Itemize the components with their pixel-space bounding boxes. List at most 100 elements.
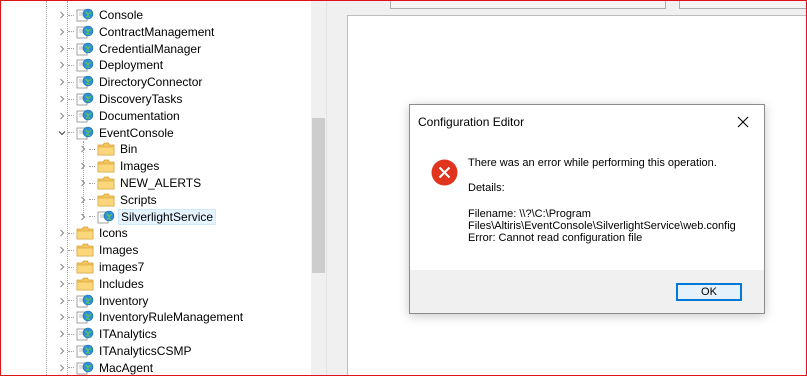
chevron-right-icon[interactable] — [77, 208, 89, 225]
tree-item-label: Scripts — [120, 192, 157, 207]
tree-connector — [68, 350, 74, 352]
globe-web-icon — [76, 293, 94, 309]
tree-item-label: Bin — [120, 142, 138, 157]
tree-item[interactable]: DiscoveryTasks — [56, 91, 184, 108]
globe-web-icon — [76, 41, 94, 57]
globe-web-icon — [76, 7, 94, 23]
tree-item-label: Icons — [99, 226, 128, 241]
chevron-right-icon[interactable] — [56, 91, 68, 108]
chevron-right-icon[interactable] — [56, 23, 68, 40]
tree-item[interactable]: SilverlightService — [77, 208, 217, 225]
globe-web-icon — [76, 57, 94, 73]
tree-connector — [68, 115, 74, 117]
screenshot-frame: Console ContractManagement CredentialManag… — [0, 0, 807, 376]
tree-item[interactable]: MacAgent — [56, 359, 155, 375]
chevron-right-icon[interactable] — [56, 225, 68, 242]
chevron-right-icon[interactable] — [77, 141, 89, 158]
tree-item[interactable]: Scripts — [77, 191, 159, 208]
top-field-left — [390, 1, 666, 9]
tree-item[interactable]: Images — [56, 242, 140, 259]
folder-icon — [97, 141, 115, 157]
chevron-right-icon[interactable] — [77, 158, 89, 175]
tree-item[interactable]: Icons — [56, 225, 130, 242]
globe-web-icon — [76, 309, 94, 325]
tree-item[interactable]: Images — [77, 158, 161, 175]
tree-item[interactable]: DirectoryConnector — [56, 74, 204, 91]
tree-item-label: ITAnalyticsCSMP — [99, 344, 192, 358]
tree-connector — [68, 249, 74, 251]
tree-item-label: ContractManagement — [99, 24, 215, 39]
chevron-right-icon[interactable] — [56, 359, 68, 375]
tree-item[interactable]: Bin — [77, 141, 139, 158]
tree-item-label: Deployment — [99, 58, 164, 73]
tree-item[interactable]: Console — [56, 7, 145, 24]
chevron-right-icon[interactable] — [56, 343, 68, 360]
tree-item-label: CredentialManager — [99, 41, 202, 56]
tree-connector — [68, 132, 74, 134]
tree-connector — [68, 31, 74, 33]
globe-web-icon — [76, 91, 94, 107]
chevron-right-icon[interactable] — [56, 40, 68, 57]
globe-web-icon — [76, 326, 94, 342]
chevron-right-icon[interactable] — [56, 107, 68, 124]
tree-connector — [68, 232, 74, 234]
folder-icon — [97, 192, 115, 208]
tree-item-label: DirectoryConnector — [99, 75, 203, 90]
globe-web-icon — [76, 74, 94, 90]
globe-web-icon — [76, 24, 94, 40]
chevron-right-icon[interactable] — [77, 175, 89, 192]
error-icon — [431, 159, 458, 191]
chevron-right-icon[interactable] — [56, 7, 68, 24]
tree-item[interactable]: Deployment — [56, 57, 165, 74]
tree-item-label: Console — [99, 8, 144, 22]
tree-item-label: ITAnalytics — [99, 327, 157, 342]
tree-item[interactable]: InventoryRuleManagement — [56, 309, 245, 326]
folder-icon — [97, 175, 115, 191]
configuration-editor-dialog: Configuration Editor There was an error … — [409, 104, 765, 314]
globe-web-icon — [76, 343, 94, 359]
chevron-right-icon[interactable] — [56, 242, 68, 259]
chevron-right-icon[interactable] — [77, 191, 89, 208]
tree-item[interactable]: ITAnalyticsCSMP — [56, 343, 193, 360]
filename-line-2: Files\Altiris\EventConsole\SilverlightSe… — [468, 220, 736, 232]
tree-connector — [68, 48, 74, 50]
top-field-right — [679, 1, 806, 9]
chevron-right-icon[interactable] — [56, 326, 68, 343]
tree-connector — [89, 216, 95, 218]
tree-item[interactable]: EventConsole — [56, 124, 176, 141]
chevron-right-icon[interactable] — [56, 259, 68, 276]
tree-item[interactable]: images7 — [56, 259, 146, 276]
chevron-right-icon[interactable] — [56, 275, 68, 292]
tree-item[interactable]: Includes — [56, 275, 146, 292]
tree-item-label: Documentation — [99, 108, 180, 123]
chevron-right-icon[interactable] — [56, 292, 68, 309]
folder-icon — [76, 242, 94, 258]
tree-vertical-scrollbar[interactable] — [311, 1, 326, 375]
tree-item-label: Includes — [99, 276, 144, 291]
globe-web-icon — [76, 108, 94, 124]
tree-item-label: SilverlightService — [118, 208, 217, 225]
tree-item[interactable]: ContractManagement — [56, 23, 216, 40]
tree-item[interactable]: ITAnalytics — [56, 326, 159, 343]
globe-web-icon — [97, 209, 115, 225]
chevron-right-icon[interactable] — [56, 57, 68, 74]
tree-connector — [68, 316, 74, 318]
error-detail-line: Error: Cannot read configuration file — [468, 232, 643, 244]
folder-icon — [97, 158, 115, 174]
folder-icon — [76, 276, 94, 292]
tree-item[interactable]: Documentation — [56, 107, 182, 124]
tree-connector — [89, 148, 95, 150]
tree-item[interactable]: CredentialManager — [56, 40, 203, 57]
scrollbar-thumb[interactable] — [312, 118, 325, 273]
tree-item-label: EventConsole — [99, 125, 174, 140]
ok-button[interactable]: OK — [676, 283, 742, 301]
chevron-right-icon[interactable] — [56, 309, 68, 326]
dialog-footer: OK — [410, 270, 764, 313]
tree-item[interactable]: NEW_ALERTS — [77, 175, 203, 192]
tree-item[interactable]: Inventory — [56, 292, 150, 309]
chevron-right-icon[interactable] — [56, 74, 68, 91]
close-icon[interactable] — [730, 111, 756, 133]
tree-item-label: Images — [99, 243, 139, 258]
chevron-down-icon[interactable] — [56, 124, 68, 141]
tree-guide-line — [46, 1, 47, 375]
